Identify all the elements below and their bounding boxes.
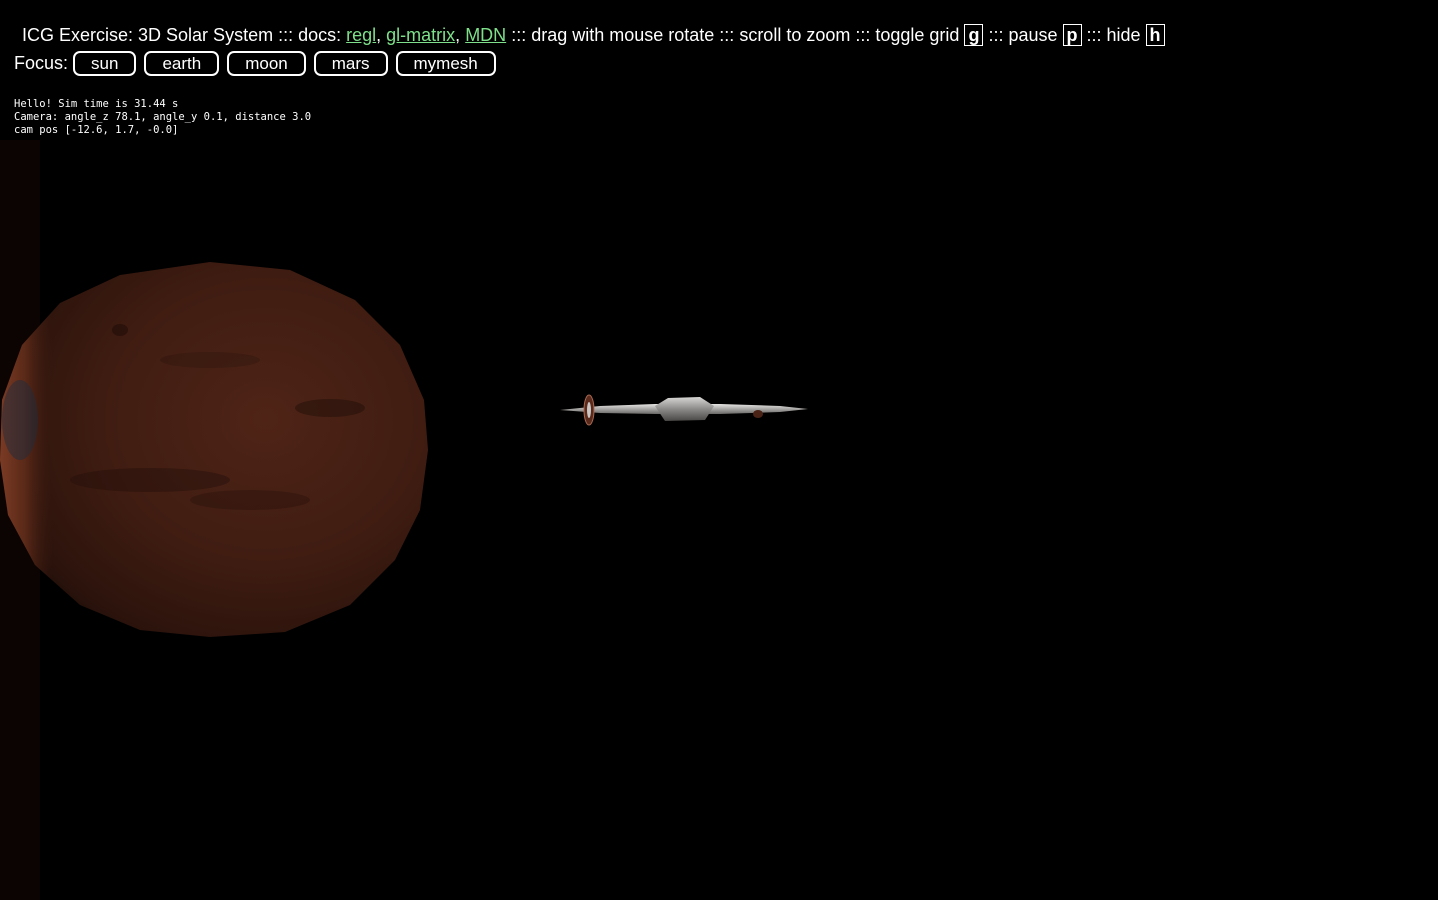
focus-bar: Focus: sun earth moon mars mymesh — [14, 51, 504, 76]
comma: , — [455, 25, 461, 45]
separator: ::: — [278, 25, 294, 45]
app-title: ICG Exercise: 3D Solar System — [22, 25, 274, 45]
focus-moon-button[interactable]: moon — [227, 51, 306, 76]
separator: ::: — [511, 25, 527, 45]
scroll-hint: scroll to zoom — [739, 25, 851, 45]
focus-label: Focus: — [14, 53, 69, 73]
grid-key: g — [964, 24, 984, 46]
drag-hint: drag with mouse rotate — [531, 25, 715, 45]
regl-link[interactable]: regl — [346, 22, 376, 48]
separator: ::: — [855, 25, 871, 45]
separator: ::: — [988, 25, 1004, 45]
header-bar: ICG Exercise: 3D Solar System ::: docs: … — [22, 22, 1165, 48]
separator: ::: — [719, 25, 735, 45]
debug-info: Hello! Sim time is 31.44 s Camera: angle_… — [14, 98, 311, 137]
hide-hint: hide — [1106, 25, 1141, 45]
mars-planet — [0, 262, 428, 637]
hide-key: h — [1145, 24, 1165, 46]
comma: , — [376, 25, 382, 45]
mdn-link[interactable]: MDN — [465, 22, 506, 48]
gl-matrix-link[interactable]: gl-matrix — [386, 22, 455, 48]
pause-hint: pause — [1008, 25, 1058, 45]
focus-earth-button[interactable]: earth — [144, 51, 220, 76]
focus-mars-button[interactable]: mars — [313, 51, 388, 76]
camera-angle-text: Camera: angle_z 78.1, angle_y 0.1, dista… — [14, 111, 312, 123]
camera-position-text: cam pos [-12.6, 1.7, -0.0] — [14, 124, 179, 136]
separator: ::: — [1086, 25, 1102, 45]
grid-hint: toggle grid — [875, 25, 960, 45]
docs-label: docs: — [298, 25, 342, 45]
mymesh-spaceship — [560, 394, 808, 426]
sim-time-text: Hello! Sim time is 31.44 s — [14, 98, 179, 110]
focus-mymesh-button[interactable]: mymesh — [395, 51, 496, 76]
focus-sun-button[interactable]: sun — [73, 51, 137, 76]
pause-key: p — [1062, 24, 1082, 46]
